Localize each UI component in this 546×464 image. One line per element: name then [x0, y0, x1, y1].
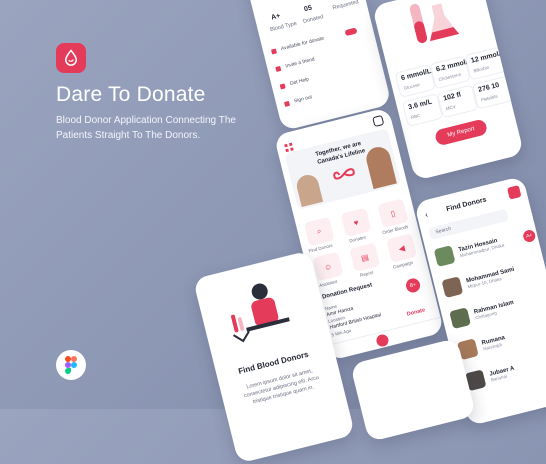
action-donates[interactable]: ♥	[340, 207, 372, 238]
action-assistant[interactable]: ☺	[312, 251, 344, 282]
filter-icon[interactable]	[506, 185, 522, 200]
donated-label: Donated	[302, 14, 325, 25]
stat-mcv: 102 fl MCV	[436, 84, 479, 119]
notification-bell-icon[interactable]	[372, 114, 385, 128]
stat-bilirubin: 12 mmol/L Bilirubin	[464, 46, 506, 81]
blood-type-value: A+	[270, 12, 282, 22]
assistant-icon: ☺	[322, 261, 333, 272]
search-icon: ⌕	[315, 226, 323, 236]
nav-home-button[interactable]	[375, 333, 390, 348]
blood-type-label: Blood Type	[269, 20, 298, 34]
infinity-logo-icon	[333, 168, 355, 180]
heart-icon: ♥	[352, 217, 360, 228]
requested-label: Requested	[332, 0, 360, 12]
avatar	[449, 307, 472, 330]
available-toggle[interactable]	[344, 27, 358, 37]
action-report[interactable]: ▤	[349, 242, 381, 273]
stat-cholesterol: 6.2 mmol/L Cholesterol	[429, 55, 473, 90]
test-tube-icon	[409, 3, 460, 44]
report-icon: ▤	[360, 252, 370, 263]
action-campaign[interactable]: ◀	[386, 233, 418, 263]
donate-button[interactable]: Donate	[406, 307, 426, 317]
request-blood-group: B+	[404, 276, 422, 294]
doctor-illustration	[231, 283, 290, 343]
donated-count: 05	[303, 4, 313, 14]
banner-person-right	[363, 144, 397, 190]
home-banner: Together, we are Canada's Lifeline	[284, 128, 402, 210]
partial-screen	[349, 337, 477, 443]
banner-person-left	[294, 172, 324, 208]
action-order-bloods[interactable]: ▯	[377, 198, 409, 228]
action-find-donors[interactable]: ⌕	[303, 216, 335, 247]
find-donors-title: Find Donors	[445, 196, 488, 214]
label-report: Report	[359, 269, 374, 278]
avatar	[441, 276, 464, 299]
megaphone-icon: ◀	[397, 242, 406, 254]
blood-bag-icon: ▯	[389, 208, 397, 219]
phone-mockups: A+ Blood Type 05 Donated Requested Avail…	[0, 0, 546, 464]
stat-rbc: 3.6 m/L RBC	[401, 93, 444, 128]
avatar	[433, 245, 456, 268]
menu-grid-icon[interactable]	[283, 138, 294, 153]
my-report-button[interactable]: My Report	[433, 118, 489, 147]
stat-glucose: 6 mmol/L Glucose	[394, 63, 436, 98]
back-arrow-icon[interactable]: ‹	[424, 210, 429, 219]
stat-platelets: 276 10 Platelets	[471, 75, 513, 110]
